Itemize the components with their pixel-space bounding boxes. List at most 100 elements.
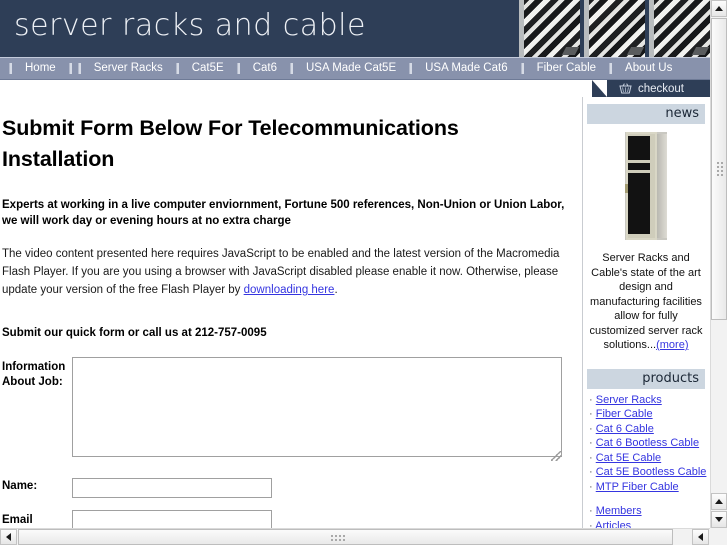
nav-separator-icon bbox=[236, 63, 240, 74]
scroll-up-button[interactable] bbox=[711, 0, 727, 17]
downloading-here-link[interactable]: downloading here bbox=[244, 284, 335, 296]
nav-item-server-racks[interactable]: Server Racks bbox=[84, 58, 173, 79]
site-header: server racks and cable bbox=[0, 0, 710, 57]
product-link-server-racks[interactable]: Server Racks bbox=[596, 394, 662, 406]
product-link-cat-5e-bootless-cable[interactable]: Cat 5E Bootless Cable bbox=[596, 466, 707, 478]
header-rack-image-1 bbox=[519, 0, 580, 57]
product-link-cat-6-cable[interactable]: Cat 6 Cable bbox=[596, 423, 654, 435]
checkout-strip: checkout bbox=[0, 80, 710, 97]
list-item: · Cat 6 Cable bbox=[589, 422, 709, 437]
nav-separator-icon bbox=[289, 63, 293, 74]
job-info-textarea[interactable] bbox=[72, 357, 562, 457]
vertical-scrollbar[interactable] bbox=[710, 0, 727, 528]
label-information-about-job: Information About Job: bbox=[2, 361, 66, 388]
form-row-name: Name: bbox=[2, 478, 570, 498]
list-bullet: · bbox=[589, 519, 593, 529]
link-articles[interactable]: Articles bbox=[595, 520, 631, 529]
horizontal-scrollbar-thumb[interactable] bbox=[18, 529, 673, 545]
chevron-up-icon bbox=[715, 6, 723, 11]
form-row-job-info: Information About Job: bbox=[2, 357, 570, 462]
scroll-up-button-secondary[interactable] bbox=[711, 493, 727, 510]
sidebar-products-header: products bbox=[587, 368, 705, 389]
nav-separator-icon bbox=[9, 63, 12, 74]
cabinet-shelf-bar bbox=[628, 160, 650, 163]
main-navigation: Home Server Racks Cat5E Cat6 USA Made Ca… bbox=[0, 57, 710, 80]
label-name: Name: bbox=[2, 480, 38, 492]
nav-item-fiber-cable[interactable]: Fiber Cable bbox=[527, 58, 606, 79]
list-bullet: · bbox=[589, 505, 593, 517]
nav-separator-icon bbox=[409, 63, 413, 74]
intro-paragraph: Experts at working in a live computer en… bbox=[2, 199, 565, 227]
scroll-down-button[interactable] bbox=[711, 511, 727, 528]
nav-separator-icon bbox=[77, 63, 81, 74]
list-item: · Cat 5E Bootless Cable bbox=[589, 465, 709, 480]
cabinet-side-panel bbox=[657, 134, 667, 238]
page-viewport: server racks and cable Home Server Racks… bbox=[0, 0, 710, 528]
name-input[interactable] bbox=[72, 478, 272, 498]
product-link-mtp-fiber-cable[interactable]: MTP Fiber Cable bbox=[596, 481, 679, 493]
scrollbar-corner bbox=[710, 528, 727, 545]
phone-callout: Submit our quick form or call us at 212-… bbox=[2, 327, 267, 339]
list-item: · Fiber Cable bbox=[589, 407, 709, 422]
page-title: Submit Form Below For Telecommunications… bbox=[2, 116, 459, 171]
main-content-column: Submit Form Below For Telecommunications… bbox=[0, 97, 583, 528]
horizontal-scrollbar[interactable] bbox=[0, 528, 727, 545]
sidebar-news-header: news bbox=[587, 104, 705, 124]
vertical-scrollbar-thumb[interactable] bbox=[711, 18, 727, 320]
product-link-fiber-cable[interactable]: Fiber Cable bbox=[596, 408, 653, 420]
nav-item-home[interactable]: Home bbox=[15, 58, 66, 79]
server-rack-cabinet-image bbox=[625, 132, 667, 240]
email-input[interactable] bbox=[72, 510, 272, 528]
shopping-basket-icon bbox=[619, 83, 632, 94]
nav-separator-icon bbox=[520, 63, 524, 74]
header-banner-images bbox=[515, 0, 710, 57]
checkout-label: checkout bbox=[637, 82, 684, 95]
nav-item-usa-made-cat6[interactable]: USA Made Cat6 bbox=[415, 58, 517, 79]
chevron-left-icon bbox=[698, 533, 703, 541]
link-members[interactable]: Members bbox=[596, 505, 642, 517]
news-summary-text: Server Racks and Cable's state of the ar… bbox=[589, 252, 703, 351]
nav-item-about-us[interactable]: About Us bbox=[615, 58, 682, 79]
list-bullet: · bbox=[589, 451, 593, 464]
scroll-left-button-secondary[interactable] bbox=[692, 529, 709, 545]
cabinet-shelf-bar bbox=[628, 170, 650, 173]
list-bullet: · bbox=[589, 393, 593, 406]
rack-edge-graphic bbox=[519, 0, 524, 57]
nav-separator-icon bbox=[609, 63, 613, 74]
scroll-left-button[interactable] bbox=[0, 529, 17, 545]
news-image bbox=[583, 124, 709, 249]
flash-note-text-2: . bbox=[334, 284, 338, 296]
nav-separator-icon bbox=[68, 63, 72, 74]
list-item: · Cat 6 Bootless Cable bbox=[589, 436, 709, 451]
nav-item-cat6[interactable]: Cat6 bbox=[243, 58, 287, 79]
label-email-address: Email Address: bbox=[2, 514, 33, 526]
list-bullet: · bbox=[589, 480, 593, 493]
product-link-cat-5e-cable[interactable]: Cat 5E Cable bbox=[596, 452, 661, 464]
product-link-cat-6-bootless-cable[interactable]: Cat 6 Bootless Cable bbox=[596, 437, 699, 449]
list-item: · MTP Fiber Cable bbox=[589, 480, 709, 495]
chevron-up-icon bbox=[715, 499, 723, 504]
list-item: · Server Racks bbox=[589, 393, 709, 408]
scrollbar-grip-icon bbox=[330, 534, 346, 542]
flash-requirement-note: The video content presented here require… bbox=[2, 245, 570, 299]
sidebar: news Server Racks and Cable's state of t… bbox=[583, 97, 709, 528]
list-item: · Cat 5E Cable bbox=[589, 451, 709, 466]
checkout-button[interactable]: checkout bbox=[591, 80, 710, 97]
nav-separator-icon bbox=[175, 63, 179, 74]
list-bullet: · bbox=[589, 408, 593, 420]
header-rack-image-2 bbox=[584, 0, 645, 57]
contact-form: Information About Job: Name: Email Addre… bbox=[2, 357, 570, 528]
nav-item-cat5e[interactable]: Cat5E bbox=[182, 58, 234, 79]
list-bullet: · bbox=[589, 437, 593, 449]
form-row-email: Email Address: bbox=[2, 510, 570, 528]
rack-edge-graphic bbox=[649, 0, 654, 57]
cabinet-door-handle bbox=[625, 184, 628, 193]
nav-item-usa-made-cat5e[interactable]: USA Made Cat5E bbox=[296, 58, 406, 79]
news-summary: Server Racks and Cable's state of the ar… bbox=[583, 249, 709, 353]
news-more-link[interactable]: (more) bbox=[656, 339, 688, 351]
page-body: Submit Form Below For Telecommunications… bbox=[0, 97, 710, 528]
list-bullet: · bbox=[589, 422, 593, 435]
list-item: · Members bbox=[589, 504, 709, 519]
list-bullet: · bbox=[589, 466, 593, 478]
